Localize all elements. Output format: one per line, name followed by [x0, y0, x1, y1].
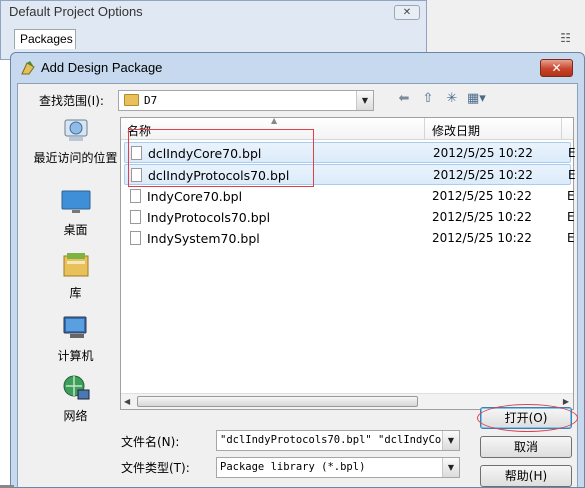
- desktop-icon: [61, 190, 90, 213]
- file-row[interactable]: IndyProtocols70.bpl 2012/5/25 10:22 E: [124, 207, 575, 228]
- look-in-dropdown-button[interactable]: ▼: [356, 91, 373, 110]
- recent-places-icon: [64, 119, 87, 141]
- file-row[interactable]: IndySystem70.bpl 2012/5/25 10:22 E: [124, 228, 575, 249]
- filename-combobox[interactable]: "dclIndyProtocols70.bpl" "dclIndyCore70.…: [216, 430, 460, 451]
- file-row[interactable]: IndyCore70.bpl 2012/5/25 10:22 E: [124, 186, 575, 207]
- file-list[interactable]: 名称 ▲ 修改日期 dclIndyCore70.bpl 2012/5/25 10…: [120, 116, 576, 410]
- file-extra: E: [567, 210, 575, 224]
- libraries-icon: [63, 253, 88, 277]
- scroll-left-icon[interactable]: ◀: [124, 397, 130, 406]
- annotation-highlight-box: [128, 129, 314, 187]
- place-label-desktop: 桌面: [63, 223, 88, 237]
- file-date: 2012/5/25 10:22: [432, 189, 532, 203]
- annotation-highlight-ellipse: [477, 404, 578, 432]
- file-date: 2012/5/25 10:22: [432, 231, 532, 245]
- dialog-client-area: 查找范围(I): D7 ▼ ⬅ ⇧ ✳ ▦▾ 最近访问的位置 桌面 库 计算机 …: [17, 83, 578, 487]
- dialog-title: Add Design Package: [41, 60, 163, 75]
- background-window: Default Project Options ✕ Packages: [0, 0, 427, 60]
- list-view-icon[interactable]: ☷: [560, 31, 571, 45]
- file-name: IndyCore70.bpl: [147, 189, 243, 204]
- navigation-toolbar: ⬅ ⇧ ✳ ▦▾: [395, 91, 486, 107]
- filename-dropdown-button[interactable]: ▼: [442, 431, 459, 450]
- place-computer[interactable]: 计算机: [28, 312, 123, 363]
- place-label-recent: 最近访问的位置: [33, 151, 118, 165]
- column-header-date[interactable]: 修改日期: [432, 122, 480, 139]
- help-button[interactable]: 帮助(H): [480, 465, 572, 487]
- look-in-combobox[interactable]: D7 ▼: [118, 90, 374, 111]
- filetype-combobox[interactable]: Package library (*.bpl) ▼: [216, 457, 460, 478]
- sort-ascending-icon: ▲: [271, 116, 278, 125]
- background-window-title: Default Project Options: [9, 4, 143, 19]
- file-extra: E: [568, 168, 576, 182]
- place-libraries[interactable]: 库: [28, 249, 123, 300]
- new-folder-icon[interactable]: ✳: [443, 91, 461, 107]
- column-divider[interactable]: [561, 118, 562, 140]
- filename-value[interactable]: "dclIndyProtocols70.bpl" "dclIndyCore70.…: [220, 434, 442, 446]
- background-close-button[interactable]: ✕: [394, 5, 420, 20]
- file-extra: E: [567, 189, 575, 203]
- up-folder-icon[interactable]: ⇧: [419, 91, 437, 107]
- file-extra: E: [567, 231, 575, 245]
- file-icon: [130, 231, 141, 245]
- file-icon: [130, 189, 141, 203]
- file-name: IndySystem70.bpl: [147, 231, 260, 246]
- place-network[interactable]: 网络: [28, 372, 123, 423]
- file-icon: [130, 210, 141, 224]
- look-in-label: 查找范围(I):: [39, 94, 104, 108]
- file-name: IndyProtocols70.bpl: [147, 210, 271, 225]
- cancel-button[interactable]: 取消: [480, 436, 572, 458]
- filetype-value: Package library (*.bpl): [220, 461, 366, 473]
- scrollbar-thumb[interactable]: [137, 396, 418, 407]
- filetype-label: 文件类型(T):: [121, 461, 190, 475]
- folder-icon: [124, 94, 139, 106]
- file-date: 2012/5/25 10:22: [433, 146, 533, 160]
- dialog-titlebar[interactable]: Add Design Package ✕: [11, 53, 584, 83]
- column-divider[interactable]: [424, 118, 425, 140]
- back-icon[interactable]: ⬅: [395, 91, 413, 107]
- filetype-dropdown-button[interactable]: ▼: [442, 458, 459, 477]
- background-right-area: ☷: [427, 0, 585, 60]
- filename-label: 文件名(N):: [121, 435, 180, 449]
- places-bar: 最近访问的位置 桌面 库 计算机 网络: [28, 114, 123, 423]
- dialog-close-button[interactable]: ✕: [540, 59, 573, 77]
- place-label-libraries: 库: [69, 286, 82, 300]
- file-date: 2012/5/25 10:22: [433, 168, 533, 182]
- place-label-network: 网络: [63, 409, 88, 423]
- package-app-icon: [21, 61, 35, 75]
- place-recent[interactable]: 最近访问的位置: [28, 114, 123, 165]
- tab-packages[interactable]: Packages: [14, 29, 76, 49]
- computer-icon: [63, 316, 86, 338]
- file-extra: E: [568, 146, 576, 160]
- file-date: 2012/5/25 10:22: [432, 210, 532, 224]
- view-menu-icon[interactable]: ▦▾: [467, 91, 486, 107]
- place-label-computer: 计算机: [57, 349, 94, 363]
- place-desktop[interactable]: 桌面: [28, 186, 123, 237]
- look-in-value: D7: [144, 94, 158, 107]
- scroll-right-icon[interactable]: ▶: [563, 397, 569, 406]
- add-design-package-dialog: Add Design Package ✕ 查找范围(I): D7 ▼ ⬅ ⇧ ✳…: [10, 52, 585, 488]
- network-icon: [63, 375, 89, 400]
